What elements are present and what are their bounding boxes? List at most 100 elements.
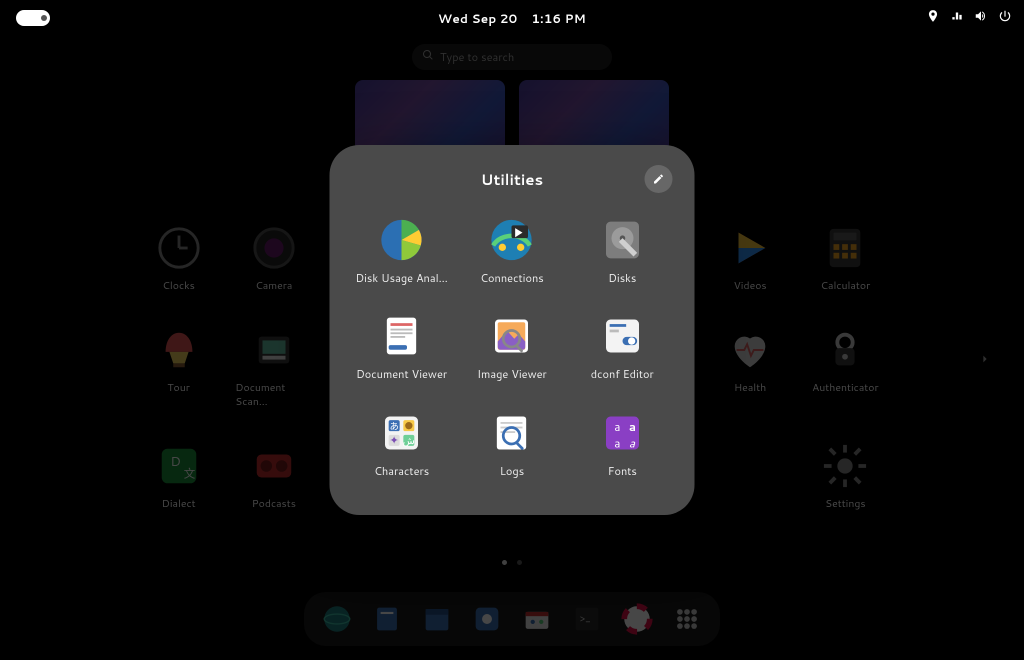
clock-area[interactable]: Wed Sep 20 1:16 PM bbox=[438, 10, 586, 27]
terminal-icon: >_ bbox=[570, 602, 604, 636]
location-icon bbox=[926, 9, 940, 27]
app-label: Fonts bbox=[608, 463, 637, 479]
svg-text:a: a bbox=[629, 434, 636, 451]
app-launcher[interactable]: Health bbox=[712, 327, 789, 409]
svg-text:a: a bbox=[614, 434, 620, 451]
app-launcher[interactable]: Disk Usage Anal… bbox=[352, 218, 452, 286]
top-bar: Wed Sep 20 1:16 PM bbox=[0, 0, 1024, 36]
svg-text:✦: ✦ bbox=[390, 432, 399, 448]
pencil-icon bbox=[653, 169, 665, 190]
svg-text:ش: ش bbox=[403, 434, 415, 448]
app-launcher[interactable]: Videos bbox=[712, 225, 789, 293]
svg-text:あ: あ bbox=[390, 419, 399, 432]
app-launcher[interactable]: Camera bbox=[235, 225, 312, 293]
web-browser-launcher[interactable] bbox=[320, 602, 354, 636]
health-icon bbox=[727, 327, 773, 373]
folder-edit-button[interactable] bbox=[645, 165, 673, 193]
app-grid-launcher[interactable] bbox=[670, 602, 704, 636]
app-label: Calculator bbox=[821, 279, 871, 293]
folder-title: Utilities bbox=[481, 169, 543, 190]
image-viewer-icon bbox=[490, 314, 534, 358]
software-icon bbox=[470, 602, 504, 636]
web-browser-icon bbox=[320, 602, 354, 636]
app-launcher[interactable]: Image Viewer bbox=[462, 314, 562, 382]
app-label: Disk Usage Anal… bbox=[355, 270, 447, 286]
connections-icon bbox=[490, 218, 534, 262]
volume-icon bbox=[974, 9, 988, 27]
disks-icon bbox=[600, 218, 644, 262]
document-scanner-icon bbox=[251, 327, 297, 373]
app-label: Health bbox=[734, 381, 766, 395]
app-label: Document Viewer bbox=[356, 366, 447, 382]
authenticator-icon bbox=[822, 327, 868, 373]
app-launcher[interactable]: Clocks bbox=[140, 225, 217, 293]
app-launcher[interactable]: Document Viewer bbox=[352, 314, 452, 382]
terminal-launcher[interactable]: >_ bbox=[570, 602, 604, 636]
app-launcher[interactable]: a a a a Fonts bbox=[572, 411, 672, 479]
app-label: Podcasts bbox=[252, 497, 296, 511]
system-tray[interactable] bbox=[926, 0, 1012, 36]
app-label: Settings bbox=[825, 497, 866, 511]
clock-time: 1:16 PM bbox=[531, 10, 586, 27]
page-dot-active bbox=[502, 560, 507, 565]
app-launcher[interactable]: Authenticator bbox=[807, 327, 884, 409]
app-label: Camera bbox=[255, 279, 292, 293]
app-folder-grid: Disk Usage Anal… Connections Disks Docum… bbox=[352, 218, 673, 497]
characters-icon: あ ✦ ش bbox=[380, 411, 424, 455]
next-page-button[interactable] bbox=[976, 350, 994, 368]
svg-text:a: a bbox=[629, 418, 636, 435]
software-center-launcher[interactable] bbox=[520, 602, 554, 636]
app-launcher[interactable]: Tour bbox=[140, 327, 217, 409]
app-launcher[interactable]: Connections bbox=[462, 218, 562, 286]
software-center-icon bbox=[520, 602, 554, 636]
podcasts-icon bbox=[251, 443, 297, 489]
app-launcher[interactable]: Document Scan… bbox=[235, 327, 312, 409]
app-label: Tour bbox=[167, 381, 190, 395]
dconf-editor-icon bbox=[600, 314, 644, 358]
app-label: Videos bbox=[734, 279, 767, 293]
calculator-icon bbox=[822, 225, 868, 271]
app-label: dconf Editor bbox=[591, 366, 654, 382]
app-launcher[interactable]: Settings bbox=[807, 443, 884, 511]
activities-button[interactable] bbox=[16, 10, 50, 26]
app-launcher[interactable]: あ ✦ ش Characters bbox=[352, 411, 452, 479]
app-label: Image Viewer bbox=[477, 366, 547, 382]
fonts-icon: a a a a bbox=[600, 411, 644, 455]
app-launcher[interactable]: Logs bbox=[462, 411, 562, 479]
calendar-launcher[interactable] bbox=[420, 602, 454, 636]
document-viewer-icon bbox=[380, 314, 424, 358]
clock-icon bbox=[156, 225, 202, 271]
app-label: Characters bbox=[374, 463, 429, 479]
help-icon bbox=[620, 602, 654, 636]
app-label: Dialect bbox=[162, 497, 196, 511]
app-label: Document Scan… bbox=[235, 381, 312, 409]
app-launcher[interactable]: Disks bbox=[572, 218, 672, 286]
app-label: Connections bbox=[480, 270, 543, 286]
app-grid-icon bbox=[670, 602, 704, 636]
tour-icon bbox=[156, 327, 202, 373]
help-launcher[interactable] bbox=[620, 602, 654, 636]
camera-icon bbox=[251, 225, 297, 271]
app-launcher[interactable]: D 文 Dialect bbox=[140, 443, 217, 511]
search-bar[interactable]: Type to search bbox=[412, 44, 612, 70]
files-launcher[interactable] bbox=[370, 602, 404, 636]
svg-text:>_: >_ bbox=[580, 612, 591, 626]
calendar-icon bbox=[420, 602, 454, 636]
network-icon bbox=[950, 9, 964, 27]
app-label: Disks bbox=[608, 270, 636, 286]
app-launcher[interactable]: Calculator bbox=[807, 225, 884, 293]
app-launcher[interactable]: dconf Editor bbox=[572, 314, 672, 382]
app-label: Authenticator bbox=[812, 381, 878, 395]
svg-text:文: 文 bbox=[183, 465, 195, 482]
app-launcher[interactable]: Podcasts bbox=[235, 443, 312, 511]
dialect-icon: D 文 bbox=[156, 443, 202, 489]
page-indicator bbox=[502, 560, 522, 565]
app-label: Logs bbox=[500, 463, 524, 479]
software-launcher[interactable] bbox=[470, 602, 504, 636]
power-icon bbox=[998, 9, 1012, 27]
app-folder-popup: Utilities Disk Usage Anal… Connections D… bbox=[330, 145, 695, 515]
dash: >_ bbox=[304, 592, 720, 646]
page-dot[interactable] bbox=[517, 560, 522, 565]
files-icon bbox=[370, 602, 404, 636]
svg-text:D: D bbox=[170, 452, 181, 471]
